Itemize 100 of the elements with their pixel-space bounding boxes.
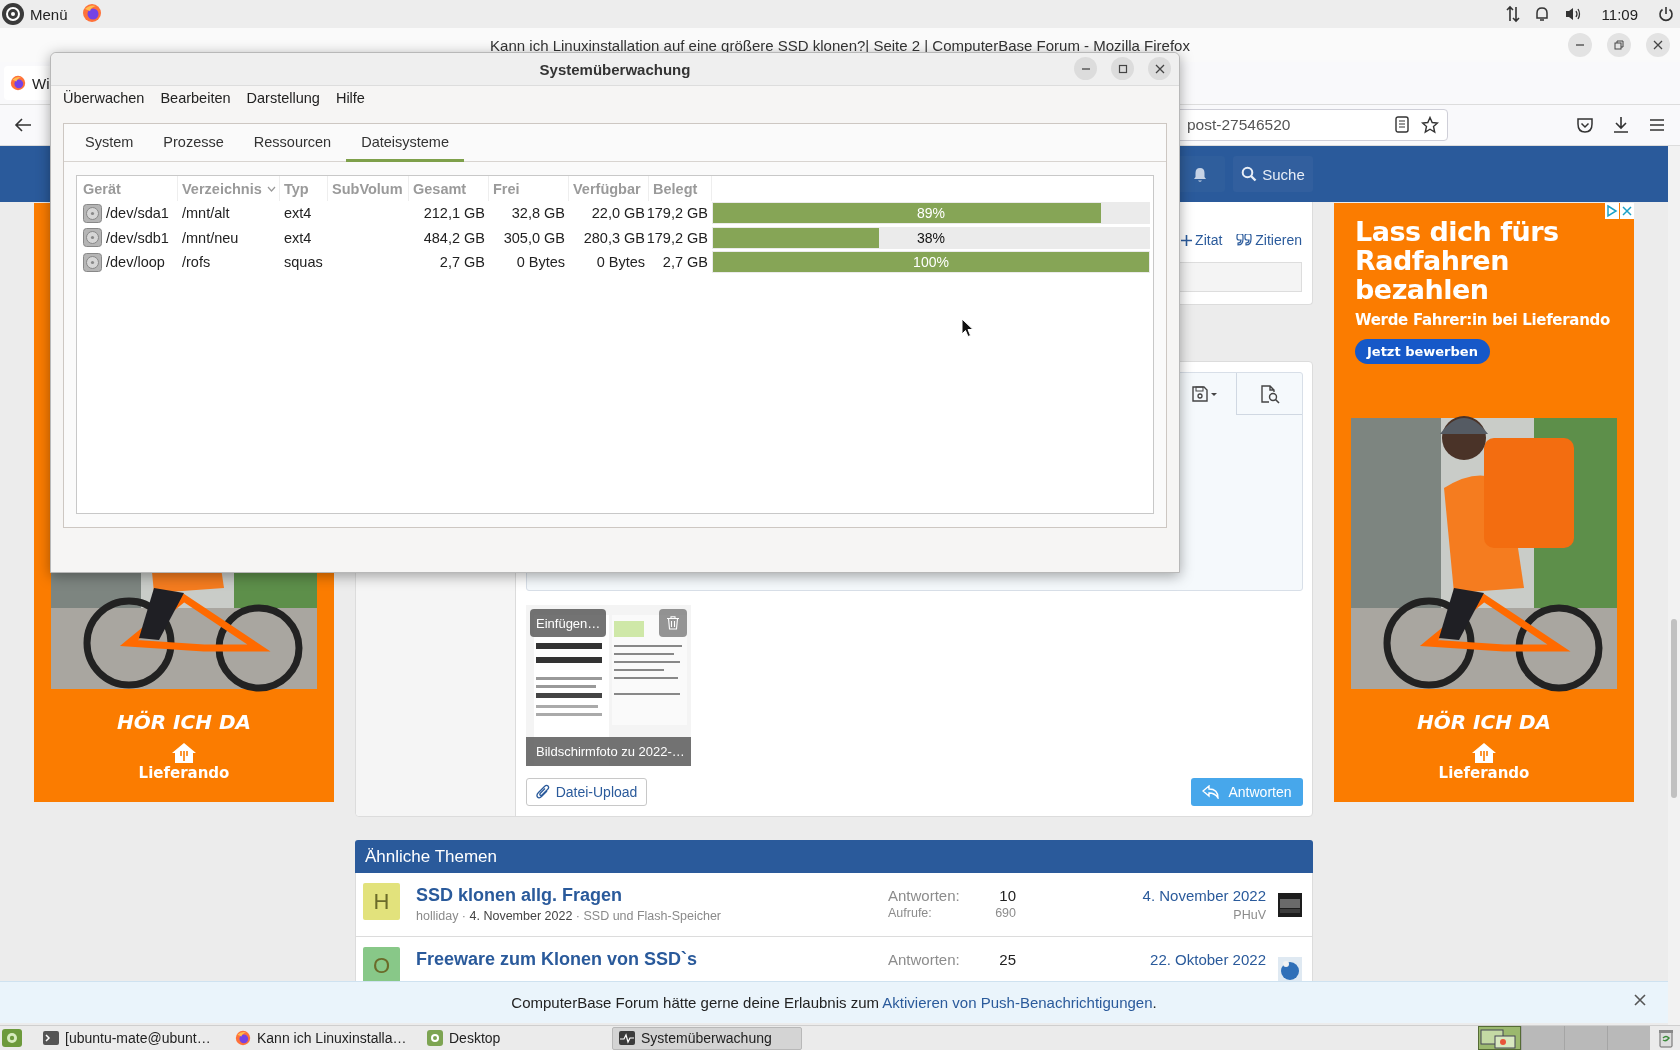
last-post-date[interactable]: 4. November 2022: [1142, 887, 1266, 904]
minimize-icon: [1576, 44, 1584, 46]
tab[interactable]: System: [70, 124, 149, 162]
close-button[interactable]: [1646, 33, 1670, 57]
maximize-icon: [1117, 63, 1128, 74]
free-cell: 305,0 GB: [503, 229, 565, 246]
device-cell: /dev/sda1: [106, 205, 169, 222]
power-icon[interactable]: [1658, 6, 1674, 22]
last-poster[interactable]: PHuV: [1233, 908, 1266, 922]
directory-cell: /mnt/alt: [182, 205, 230, 222]
last-post-date[interactable]: 22. Oktober 2022: [1150, 951, 1266, 968]
ad-info-icon[interactable]: [1605, 203, 1619, 219]
directory-cell: /mnt/neu: [182, 229, 239, 246]
scrollbar[interactable]: [1668, 146, 1680, 1025]
menu-button[interactable]: Menü: [2, 3, 68, 25]
close-icon[interactable]: [1620, 203, 1634, 219]
search-button[interactable]: Suche: [1233, 156, 1313, 192]
mouse-pointer-icon: [961, 318, 974, 338]
show-desktop-button[interactable]: [0, 1027, 24, 1049]
desktop-icon: [427, 1030, 443, 1046]
available-cell: 22,0 GB: [591, 205, 645, 222]
reply-icon: [1202, 785, 1221, 799]
device-cell: /dev/loop: [106, 254, 165, 271]
quote-link[interactable]: Zitat: [1181, 232, 1223, 248]
menu-item[interactable]: Hilfe: [327, 90, 373, 106]
ad-subline: Werde Fahrer:in bei Lieferando: [1355, 310, 1611, 330]
download-icon[interactable]: [1612, 116, 1630, 134]
type-cell: ext4: [284, 205, 312, 222]
close-button[interactable]: [1148, 57, 1171, 80]
menu-item[interactable]: Darstellung: [238, 90, 328, 106]
available-cell: 280,3 GB: [583, 229, 645, 246]
ad-headline: Lass dich fürs Radfahren bezahlen: [1355, 217, 1560, 304]
paperclip-icon: [535, 784, 550, 800]
quote-icon: [1236, 234, 1253, 246]
insert-button[interactable]: Einfügen…: [530, 609, 607, 637]
workspace-button[interactable]: [1478, 1026, 1521, 1050]
logo-icon: [2, 3, 24, 25]
section-header: Ähnliche Themen: [355, 840, 1313, 873]
ad-slogan: HÖR ICH DA: [117, 710, 251, 734]
sort-icon: [267, 186, 276, 192]
thread-title[interactable]: Freeware zum Klonen von SSD`s: [416, 949, 888, 970]
back-icon[interactable]: [14, 117, 32, 133]
clock[interactable]: 11:09: [1601, 5, 1638, 23]
reply-quote-link[interactable]: Zitieren: [1236, 232, 1302, 248]
desktop-icon: [2, 1029, 22, 1047]
type-cell: squas: [284, 254, 323, 271]
usage-percent: 89%: [916, 204, 946, 224]
total-cell: 212,1 GB: [423, 205, 485, 222]
menu-item[interactable]: Überwachen: [55, 90, 153, 106]
plus-icon: [1181, 234, 1193, 246]
directory-cell: /rofs: [182, 254, 211, 271]
minimize-icon: [1081, 67, 1090, 70]
total-cell: 2,7 GB: [439, 254, 485, 271]
volume-icon[interactable]: [1563, 6, 1582, 22]
tab[interactable]: Prozesse: [148, 124, 239, 162]
menu-item[interactable]: Bearbeiten: [152, 90, 239, 106]
pocket-icon[interactable]: [1576, 116, 1594, 134]
stat-label: Aufrufe:: [888, 906, 933, 920]
browser-icon: [81, 2, 102, 23]
available-cell: 0 Bytes: [596, 254, 645, 271]
house-logo-icon: [171, 742, 197, 764]
thread-row[interactable]: H SSD klonen allg. Fragen holliday · 4. November 2022 · SSD und Flash-Speicher Antworten: 10 Aufrufe: 690 4. November 2022 PHuV: [355, 873, 1313, 937]
maximize-button[interactable]: [1111, 57, 1134, 80]
usage-percent: 38%: [916, 228, 946, 248]
reader-view-icon[interactable]: [1395, 116, 1409, 133]
restore-button[interactable]: [1607, 33, 1631, 57]
network-icon[interactable]: [1505, 5, 1520, 23]
used-cell: 179,2 GB: [646, 205, 708, 222]
tab[interactable]: Dateisysteme: [346, 124, 464, 162]
apply-button[interactable]: Jetzt bewerben: [1355, 339, 1490, 364]
delete-button[interactable]: [659, 609, 687, 637]
window-title: Systemüberwachung: [539, 60, 691, 78]
free-cell: 32,8 GB: [511, 205, 565, 222]
ad-brand: Lieferando: [1438, 764, 1530, 782]
tab[interactable]: Ressourcen: [238, 124, 347, 162]
minimize-button[interactable]: [1568, 33, 1592, 57]
trash-icon: [667, 616, 679, 630]
minimize-button[interactable]: [1074, 57, 1097, 80]
upload-button[interactable]: Datei-Upload: [526, 778, 647, 806]
taskbar-item[interactable]: Systemüberwachung: [612, 1026, 802, 1050]
notification-icon[interactable]: [1533, 6, 1550, 22]
user-avatar[interactable]: H: [363, 883, 400, 920]
type-cell: ext4: [284, 229, 312, 246]
trash-icon[interactable]: [1658, 1028, 1674, 1048]
thread-title[interactable]: SSD klonen allg. Fragen: [416, 885, 888, 906]
used-cell: 179,2 GB: [646, 229, 708, 246]
menu-icon[interactable]: [1648, 116, 1666, 134]
ad-banner[interactable]: Lass dich fürs Radfahren bezahlen Werde Fahrer:in bei Lieferando Jetzt bewerben HÖR ICH DA Lieferando: [1334, 203, 1634, 802]
used-cell: 2,7 GB: [662, 254, 708, 271]
star-icon[interactable]: [1421, 116, 1439, 134]
close-icon: [1653, 40, 1663, 50]
disk-icon: [83, 203, 102, 223]
file-caption: Bildschirmfoto zu 2022-…: [526, 737, 691, 766]
ad-slogan: HÖR ICH DA: [1417, 710, 1551, 734]
taskbar-item[interactable]: Kann ich Linuxinstalla…: [228, 1026, 418, 1050]
preview-button[interactable]: [1236, 373, 1302, 415]
taskbar-item[interactable]: Desktop: [420, 1026, 610, 1050]
taskbar-item[interactable]: [ubuntu-mate@ubunt…: [36, 1026, 226, 1050]
browser-icon: [10, 75, 26, 91]
terminal-icon: [43, 1031, 59, 1045]
